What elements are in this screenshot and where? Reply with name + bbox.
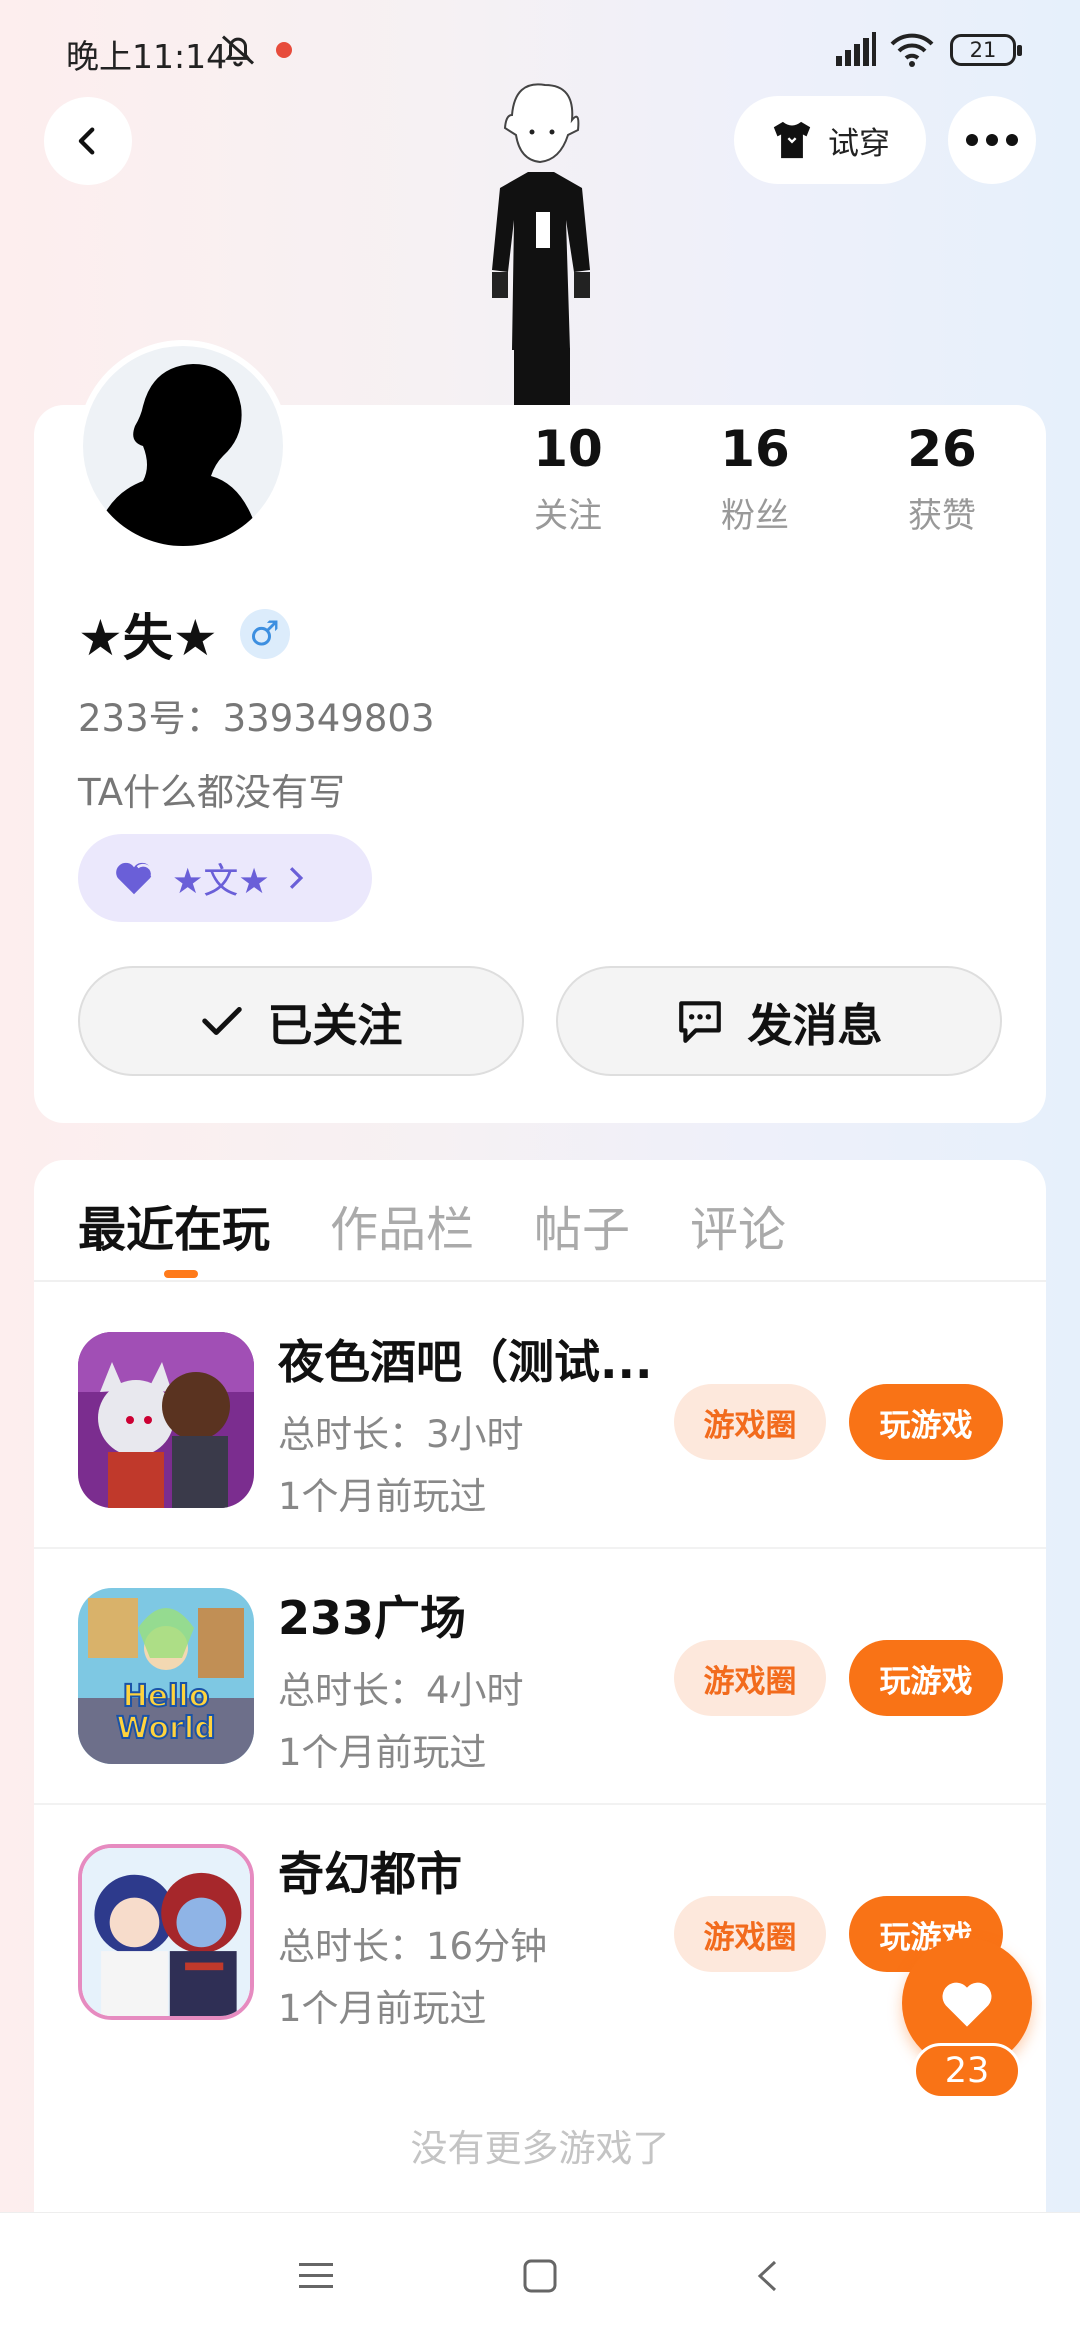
stat-following-label: 关注 — [534, 496, 602, 536]
chevron-right-icon — [289, 867, 303, 889]
game-last-played: 1个月前玩过 — [278, 1475, 487, 1518]
more-options-button[interactable] — [948, 96, 1036, 184]
game-icon-fantasy-city — [78, 1844, 254, 2020]
stat-followers-value: 16 — [720, 420, 790, 478]
try-on-button[interactable]: 试穿 — [734, 96, 926, 184]
tab-posts[interactable]: 帖子 — [534, 1190, 630, 1260]
status-time: 晚上11:14 — [66, 37, 228, 76]
message-icon — [679, 1001, 722, 1043]
game-row[interactable]: 奇幻都市 总时长：16分钟 1个月前玩过 游戏圈 玩游戏 — [34, 1796, 1046, 2052]
name-row: ★失★ ♂ — [78, 598, 290, 670]
game-icon-233-plaza: Hello World — [78, 1588, 254, 1764]
like-count: 23 — [913, 2043, 1021, 2099]
game-title: 夜色酒吧（测试... — [278, 1335, 653, 1389]
user-bio: TA什么都没有写 — [78, 771, 346, 814]
game-title: 233广场 — [278, 1591, 467, 1645]
tab-comments[interactable]: 评论 — [690, 1190, 786, 1260]
game-last-played: 1个月前玩过 — [278, 1731, 487, 1774]
stat-followers-label: 粉丝 — [721, 496, 789, 536]
battery-indicator: 21 — [950, 34, 1022, 66]
chevron-left-icon — [78, 127, 95, 155]
menu-icon — [299, 2263, 333, 2288]
send-message-button[interactable]: 发消息 — [556, 966, 1002, 1076]
back-nav-button[interactable] — [742, 2251, 792, 2301]
stat-likes-value: 26 — [907, 420, 977, 478]
try-on-label: 试穿 — [828, 125, 890, 162]
play-game-button[interactable]: 玩游戏 — [849, 1384, 1003, 1460]
svg-text:Hello: Hello — [123, 1679, 210, 1714]
followed-button[interactable]: 已关注 — [78, 966, 524, 1076]
back-button[interactable] — [44, 97, 132, 185]
male-gender-icon: ♂ — [239, 609, 290, 659]
game-duration: 总时长：4小时 — [278, 1669, 524, 1712]
avatar-figure-image — [492, 83, 590, 405]
active-tab-indicator — [164, 1270, 198, 1278]
stat-following-value: 10 — [533, 420, 603, 478]
game-last-played: 1个月前玩过 — [278, 1987, 487, 2030]
user-name: ★失★ — [78, 609, 218, 667]
heart-icon — [942, 1982, 992, 2027]
tshirt-icon — [773, 121, 811, 159]
game-circle-button[interactable]: 游戏圈 — [674, 1640, 826, 1716]
back-triangle-icon — [757, 2260, 777, 2292]
stat-followers[interactable]: 16 粉丝 — [675, 420, 835, 537]
game-title: 奇幻都市 — [278, 1847, 462, 1901]
stat-following[interactable]: 10 关注 — [488, 420, 648, 537]
tabs-divider — [34, 1280, 1046, 1282]
menu-nav-button[interactable] — [291, 2251, 341, 2301]
stat-likes-label: 获赞 — [908, 496, 976, 536]
send-message-label: 发消息 — [747, 998, 883, 1052]
stat-likes[interactable]: 26 获赞 — [862, 420, 1022, 537]
svg-text:World: World — [116, 1711, 215, 1746]
game-icon-night-bar — [78, 1332, 254, 1508]
heart-badge-icon — [116, 862, 154, 895]
signal-icon — [836, 32, 876, 66]
profile-tabs: 最近在玩 作品栏 帖子 评论 — [78, 1190, 786, 1260]
user-id: 233号：339349803 — [78, 697, 435, 740]
guild-name: ★文★ — [172, 861, 270, 902]
avatar-silhouette-image — [93, 364, 261, 546]
more-dots-icon — [966, 134, 1018, 146]
game-circle-button[interactable]: 游戏圈 — [674, 1384, 826, 1460]
game-circle-button[interactable]: 游戏圈 — [674, 1896, 826, 1972]
no-more-games-text: 没有更多游戏了 — [410, 2127, 670, 2170]
avatar[interactable] — [77, 340, 289, 552]
system-nav-bar — [0, 2212, 1080, 2340]
home-nav-button[interactable] — [515, 2251, 565, 2301]
game-duration: 总时长：3小时 — [278, 1413, 524, 1456]
wifi-icon — [890, 33, 934, 67]
play-game-button[interactable]: 玩游戏 — [849, 1640, 1003, 1716]
game-duration: 总时长：16分钟 — [278, 1925, 548, 1968]
notification-dot-icon — [276, 42, 292, 58]
game-row[interactable]: 夜色酒吧（测试... 总时长：3小时 1个月前玩过 游戏圈 玩游戏 — [34, 1284, 1046, 1540]
tab-recently-played[interactable]: 最近在玩 — [78, 1190, 270, 1260]
game-row[interactable]: Hello World 233广场 总时长：4小时 1个月前玩过 游戏圈 玩游戏 — [34, 1540, 1046, 1796]
home-square-icon — [523, 2259, 557, 2293]
tab-works[interactable]: 作品栏 — [330, 1190, 474, 1260]
guild-chip[interactable]: ★文★ — [78, 834, 372, 922]
bell-muted-icon — [222, 35, 254, 67]
followed-label: 已关注 — [267, 998, 403, 1052]
checkmark-icon — [202, 1007, 243, 1035]
